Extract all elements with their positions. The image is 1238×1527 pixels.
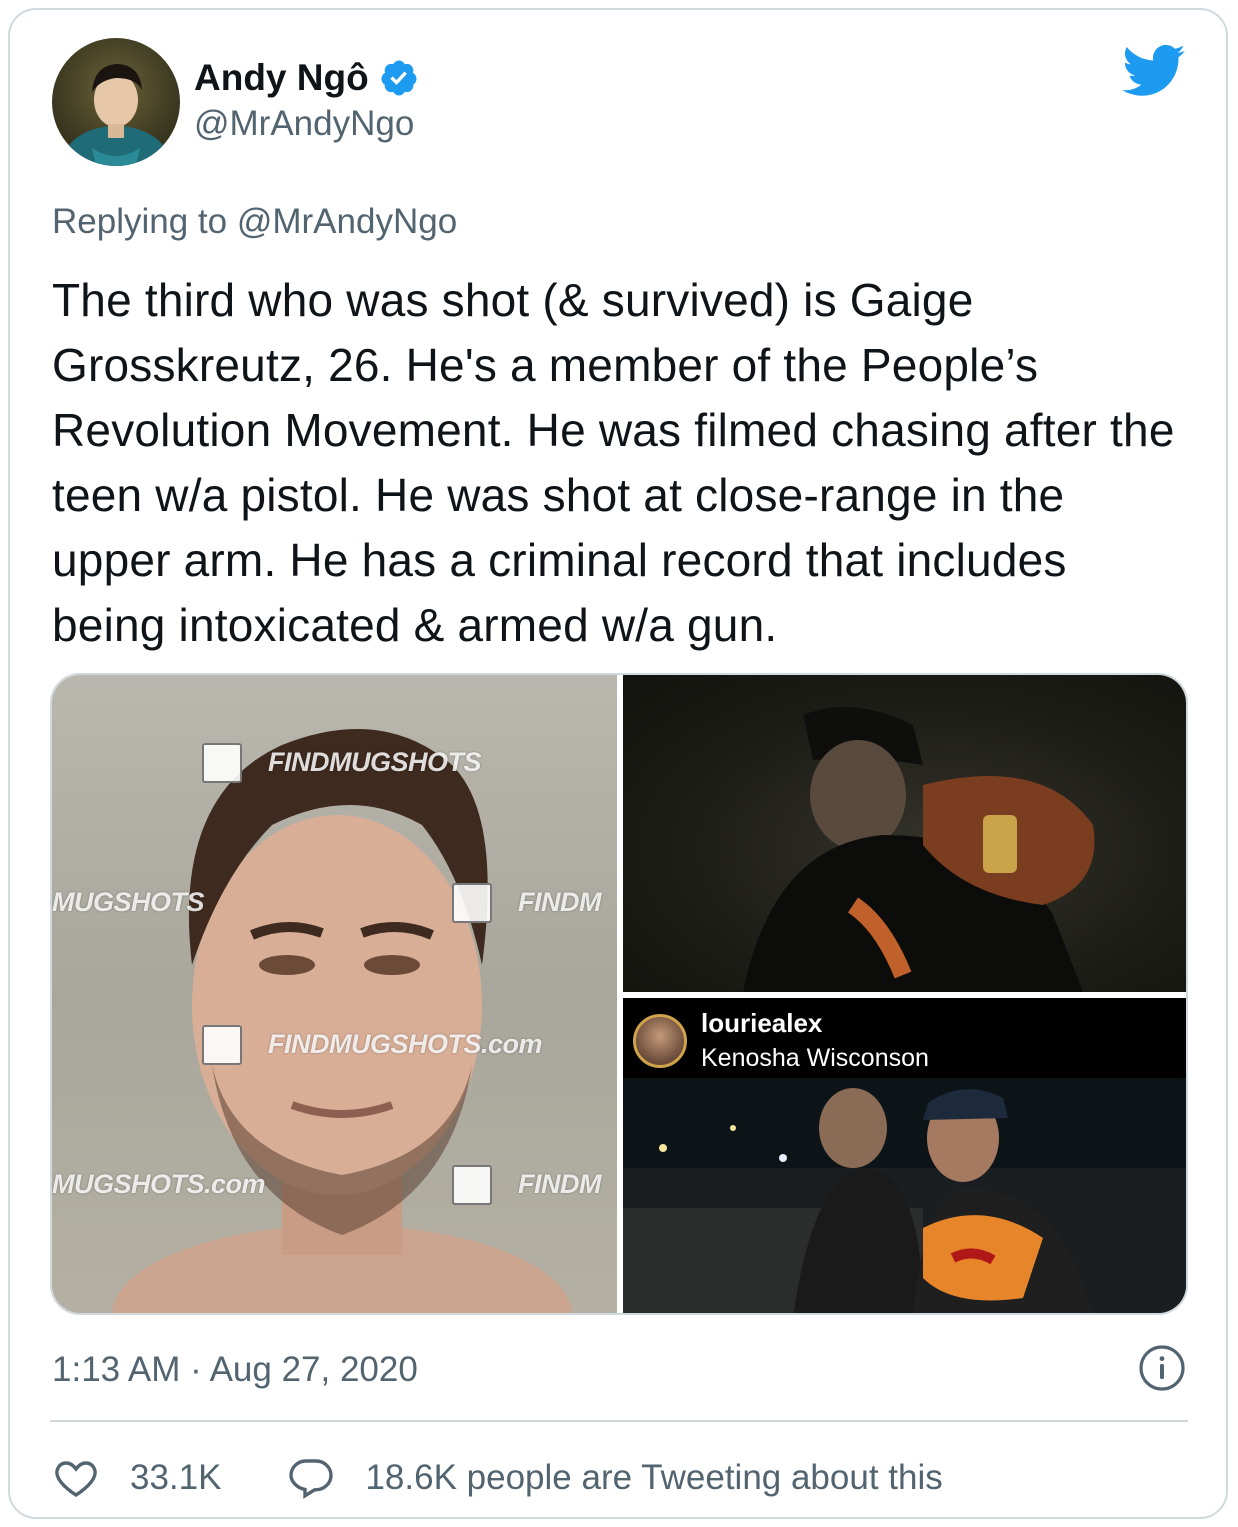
instagram-header: louriealex Kenosha Wisconson	[623, 998, 1186, 1078]
author-avatar[interactable]	[52, 38, 180, 166]
info-icon[interactable]	[1138, 1344, 1186, 1392]
divider	[50, 1420, 1188, 1422]
media-grid: FINDMUGSHOTS MUGSHOTS FINDM FINDMUGSHOTS…	[50, 673, 1188, 1315]
replying-to: Replying to @MrAndyNgo	[52, 202, 457, 242]
discussion-count: 18.6K people are Tweeting about this	[365, 1458, 943, 1497]
watermark-text: MUGSHOTS	[52, 887, 205, 917]
watermark-text: MUGSHOTS.com	[52, 1169, 266, 1199]
like-action[interactable]: 33.1K	[52, 1454, 287, 1502]
instagram-photo[interactable]: louriealex Kenosha Wisconson	[623, 998, 1186, 1313]
watermark-text: FINDM	[518, 887, 601, 917]
twitter-bird-icon[interactable]	[1122, 44, 1186, 98]
author-handle[interactable]: @MrAndyNgo	[194, 104, 419, 144]
tweet-text: The third who was shot (& survived) is G…	[52, 274, 1188, 651]
watermark-text: FINDMUGSHOTS	[268, 747, 482, 777]
instagram-location: Kenosha Wisconson	[701, 1044, 929, 1072]
tweet-card: Andy Ngô @MrAndyNgo Replying to @MrAndyN…	[8, 8, 1228, 1519]
instagram-username: louriealex	[701, 1008, 823, 1038]
author-info: Andy Ngô @MrAndyNgo	[194, 57, 419, 144]
discussion-action[interactable]: 18.6K people are Tweeting about this	[287, 1454, 943, 1502]
watermark-icon	[202, 743, 242, 783]
author-display-name[interactable]: Andy Ngô	[194, 57, 369, 99]
watermark-icon	[452, 1165, 492, 1205]
reply-bubble-icon[interactable]	[287, 1454, 335, 1502]
replying-mention[interactable]: @MrAndyNgo	[237, 202, 457, 241]
replying-prefix: Replying to	[52, 202, 228, 241]
night-chase-photo[interactable]	[623, 675, 1186, 992]
watermark-text: FINDM	[518, 1169, 601, 1199]
heart-icon[interactable]	[52, 1454, 100, 1502]
like-count: 33.1K	[130, 1458, 222, 1497]
mugshot-photo[interactable]: FINDMUGSHOTS MUGSHOTS FINDM FINDMUGSHOTS…	[52, 675, 617, 1313]
verified-badge-icon	[381, 60, 417, 96]
watermark-icon	[202, 1025, 242, 1065]
tweet-actions: 33.1K 18.6K people are Tweeting about th…	[52, 1450, 943, 1506]
tweet-timestamp[interactable]: 1:13 AM · Aug 27, 2020	[52, 1350, 418, 1390]
watermark-icon	[452, 883, 492, 923]
watermark-text: FINDMUGSHOTS.com	[268, 1029, 543, 1059]
instagram-avatar	[633, 1014, 687, 1068]
